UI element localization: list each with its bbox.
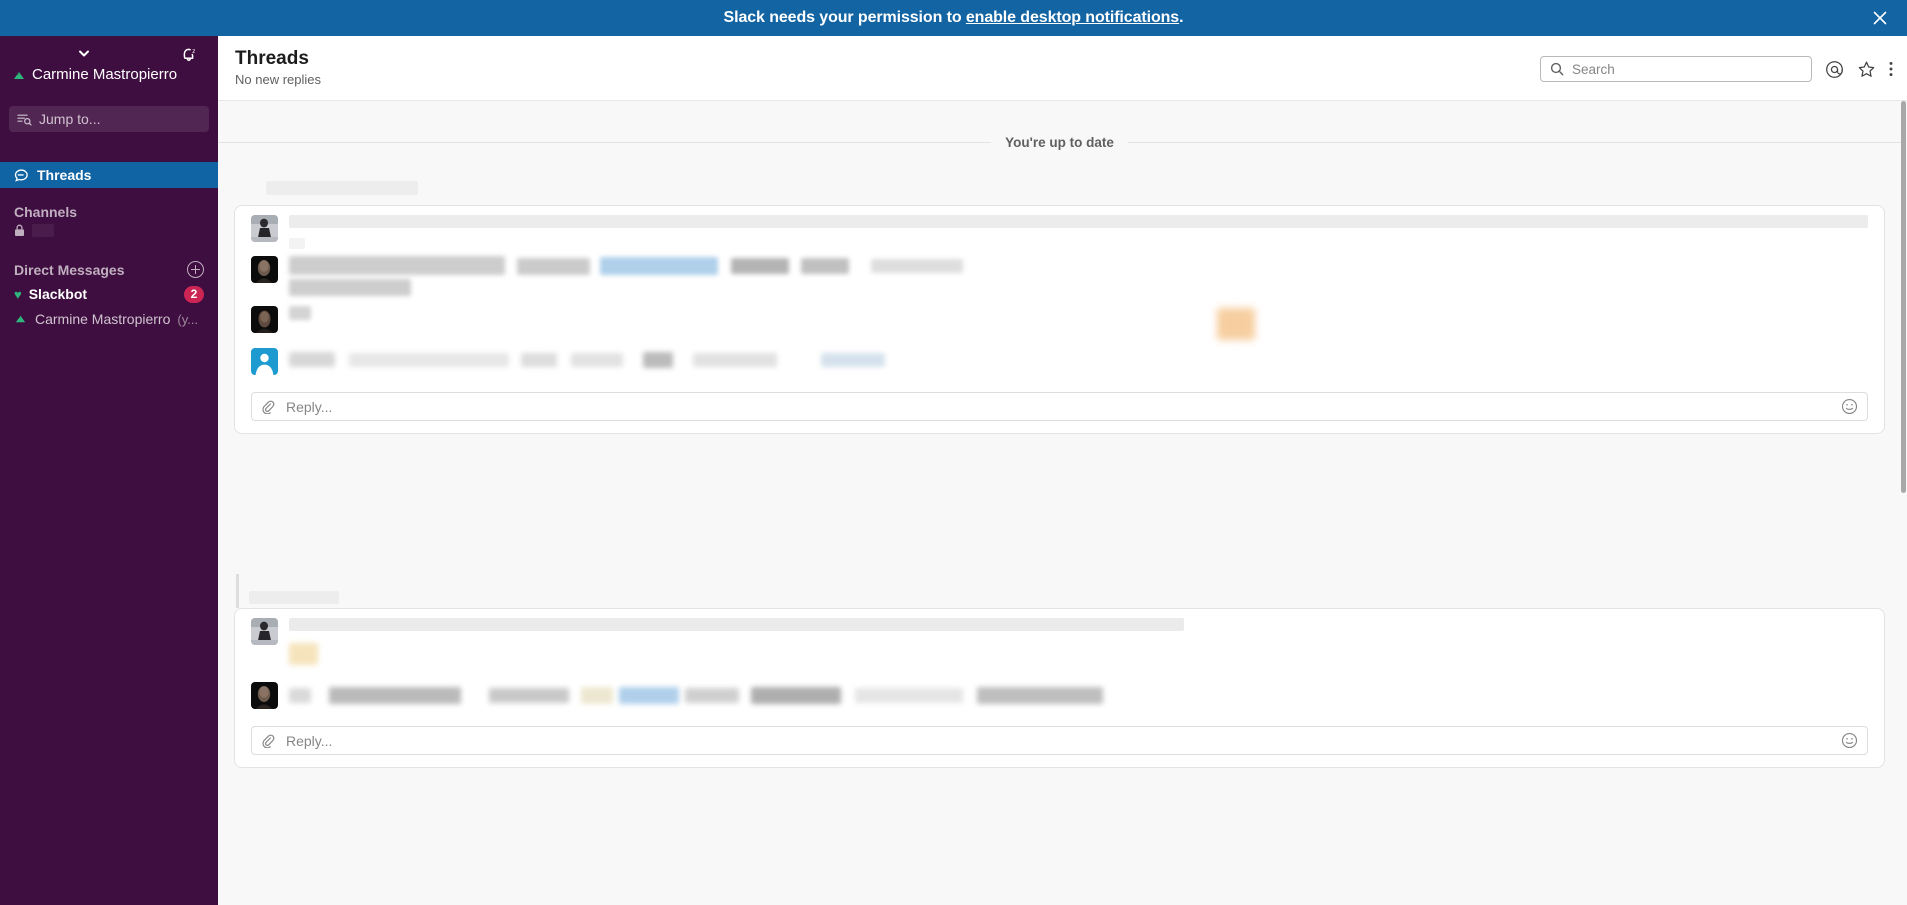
search-input[interactable]: Search <box>1540 56 1812 82</box>
unread-badge: 2 <box>184 285 204 303</box>
workspace-name: Carmine Mastropierro <box>32 66 178 83</box>
message-row <box>235 206 1884 249</box>
main-header: Threads No new replies Search <box>218 36 1907 101</box>
thread-card[interactable]: Reply... <box>234 608 1885 768</box>
emoji-smiley-icon[interactable] <box>1841 732 1858 749</box>
main-scrollbar-track[interactable] <box>1900 101 1907 905</box>
section-label-direct-messages: Direct Messages <box>14 261 125 278</box>
redacted-message-block <box>289 256 1868 300</box>
close-icon[interactable] <box>1869 7 1891 29</box>
jump-to-search-icon <box>17 113 32 126</box>
sidebar-item-dm-carmine[interactable]: z Carmine Mastropierro (y... <box>0 307 218 331</box>
divider-line-left <box>218 142 992 143</box>
dm-name: Carmine Mastropierro <box>35 311 171 327</box>
thread-group-header <box>218 574 1901 608</box>
page-title: Threads <box>235 48 309 69</box>
paperclip-icon[interactable] <box>261 734 275 748</box>
banner-text-before: Slack needs your permission to <box>723 9 966 26</box>
avatar[interactable] <box>251 215 278 242</box>
dm-name: Slackbot <box>28 286 88 302</box>
avatar[interactable] <box>251 682 278 709</box>
jump-to-placeholder: Jump to... <box>39 111 101 127</box>
search-icon <box>1550 62 1564 76</box>
notification-banner: Slack needs your permission to enable de… <box>0 0 1907 36</box>
reply-composer: Reply... <box>235 382 1884 433</box>
message-content <box>278 348 1884 378</box>
reply-input[interactable]: Reply... <box>251 392 1868 421</box>
redacted-message-block <box>289 348 1868 378</box>
sidebar: z z Carmine Mastropierro Jump to... Thre… <box>0 36 218 905</box>
redacted-message-text <box>289 238 305 249</box>
thread-group-header <box>218 171 1901 205</box>
sidebar-item-threads[interactable]: Threads <box>0 162 218 188</box>
threads-icon <box>14 168 29 183</box>
divider-line-right <box>1127 142 1901 143</box>
message-row <box>235 609 1884 680</box>
banner-message: Slack needs your permission to enable de… <box>724 9 1184 27</box>
mentions-at-icon[interactable] <box>1823 58 1845 80</box>
message-row <box>235 300 1884 344</box>
up-to-date-label: You're up to date <box>1005 135 1114 150</box>
main-scrollbar-thumb[interactable] <box>1901 101 1906 493</box>
message-content <box>278 215 1884 249</box>
heart-icon: ♥ <box>14 286 22 302</box>
sidebar-item-dm-slackbot[interactable]: ♥ Slackbot 2 <box>0 282 218 306</box>
sidebar-item-label: Threads <box>37 167 92 183</box>
avatar[interactable] <box>251 348 278 375</box>
message-row <box>235 344 1884 382</box>
reply-input[interactable]: Reply... <box>251 726 1868 755</box>
message-content <box>278 682 1884 712</box>
reply-composer: Reply... <box>235 716 1884 767</box>
reply-placeholder: Reply... <box>286 732 333 749</box>
message-content <box>278 618 1884 680</box>
message-content <box>278 306 1884 344</box>
bell-snooze-icon[interactable]: z <box>180 45 202 67</box>
sidebar-item-channel-redacted[interactable] <box>14 224 54 237</box>
sidebar-section-channels[interactable]: Channels <box>0 204 218 220</box>
avatar[interactable] <box>251 618 278 645</box>
search-placeholder: Search <box>1572 61 1615 77</box>
thread-group: Reply... <box>218 574 1901 768</box>
chevron-down-icon[interactable] <box>76 45 92 61</box>
avatar[interactable] <box>251 256 278 283</box>
reply-placeholder: Reply... <box>286 398 333 415</box>
enable-desktop-notifications-link[interactable]: enable desktop notifications <box>966 9 1179 26</box>
jump-to-input[interactable]: Jump to... <box>9 106 209 132</box>
thread-accent-bar <box>236 574 239 608</box>
thread-group: Reply... <box>218 171 1901 434</box>
redacted-thread-channel <box>266 181 418 195</box>
star-outline-icon[interactable] <box>1855 58 1877 80</box>
svg-text:z: z <box>192 48 195 55</box>
workspace-header[interactable]: z z Carmine Mastropierro <box>0 36 218 100</box>
lock-icon <box>14 224 25 237</box>
threads-list: You're up to date Reply... Reply... <box>218 101 1907 905</box>
avatar[interactable] <box>251 306 278 333</box>
paperclip-icon[interactable] <box>261 400 275 414</box>
redacted-message-block <box>289 618 1868 680</box>
page-subtitle: No new replies <box>235 72 321 87</box>
redacted-message-text <box>289 215 1868 228</box>
away-flag-icon: z <box>12 68 26 82</box>
message-row <box>235 249 1884 300</box>
thread-card[interactable]: Reply... <box>234 205 1885 434</box>
redacted-message-block <box>289 306 1868 344</box>
workspace-name-row[interactable]: z Carmine Mastropierro <box>12 66 177 83</box>
emoji-smiley-icon[interactable] <box>1841 398 1858 415</box>
sidebar-section-direct-messages[interactable]: Direct Messages <box>0 261 218 278</box>
redacted-thread-channel <box>249 591 339 604</box>
more-kebab-icon[interactable] <box>1880 58 1902 80</box>
plus-circle-icon[interactable] <box>187 261 204 278</box>
message-row <box>235 680 1884 716</box>
message-content <box>278 256 1884 300</box>
dm-name-suffix: (y... <box>177 311 199 327</box>
banner-text-after: . <box>1179 9 1184 26</box>
away-flag-icon: z <box>14 312 28 326</box>
redacted-channel-name <box>32 224 54 237</box>
up-to-date-divider: You're up to date <box>218 135 1901 150</box>
section-label-channels: Channels <box>14 204 78 220</box>
redacted-message-block <box>289 682 1868 712</box>
